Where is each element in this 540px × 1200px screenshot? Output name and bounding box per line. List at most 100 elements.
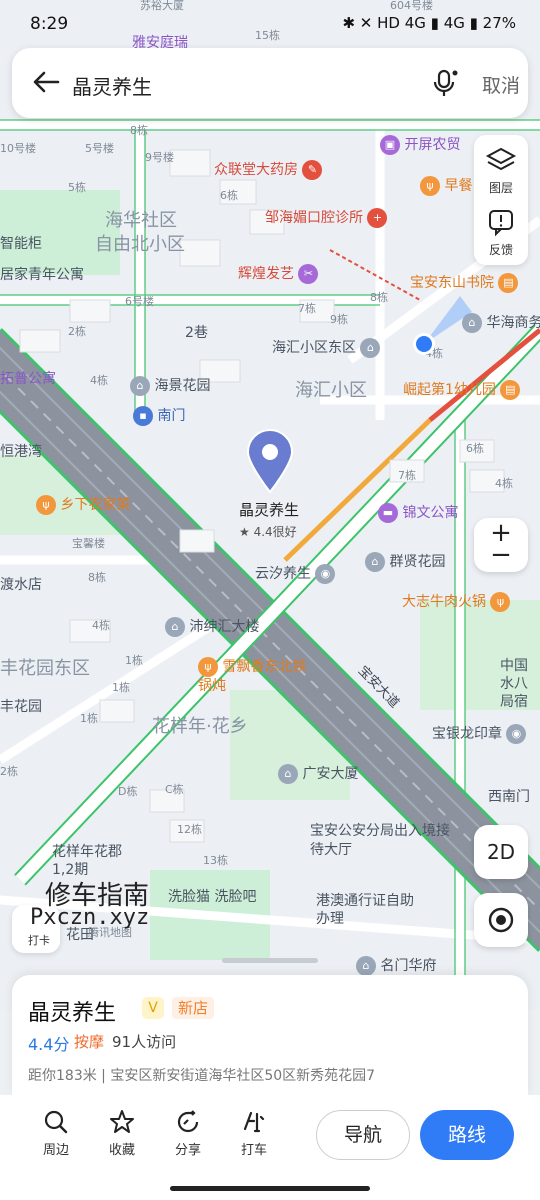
office-icon: ⌂: [165, 617, 185, 637]
residence-icon: ⌂: [356, 956, 376, 976]
feedback-button[interactable]: 反馈: [474, 207, 528, 261]
poi-hotpot[interactable]: 大志牛肉火锅 ψ: [402, 592, 511, 612]
poi-huayangnian[interactable]: 花样年花郡1,2期: [52, 843, 142, 879]
place-address: 距你183米 | 宝安区新安街道海华社区50区新秀苑花园7: [28, 1068, 376, 1084]
feedback-label: 反馈: [488, 243, 513, 257]
poi-peishen[interactable]: ⌂ 沛绅汇大楼: [165, 617, 259, 637]
place-marker[interactable]: [244, 428, 296, 494]
poi-market[interactable]: ▣ 开屏农贸: [380, 135, 460, 155]
poi-xuepiaoxiang[interactable]: ψ 雪飘香东北铁锅炖: [198, 657, 310, 695]
map-label: 9栋: [330, 313, 348, 326]
district-label: 海华社区: [105, 210, 177, 231]
drag-handle[interactable]: [222, 958, 318, 963]
gate-icon: ▪: [133, 406, 153, 426]
microphone-icon[interactable]: [430, 68, 460, 98]
map-label: 8栋: [130, 124, 148, 137]
poi-haijing[interactable]: ⌂ 海景花园: [130, 376, 210, 396]
favorite-button[interactable]: 收藏: [97, 1109, 147, 1158]
map-label: 4栋: [92, 619, 110, 632]
place-score: 4.4分: [28, 1035, 70, 1054]
map-label: 8栋: [370, 291, 388, 304]
poi-qunxian[interactable]: ⌂ 群贤花园: [365, 552, 445, 572]
poi-locker[interactable]: 智能柜: [0, 237, 42, 251]
share-icon: [177, 1110, 199, 1133]
scissors-icon: ✂: [298, 264, 319, 284]
status-bar: 8:29 ✱ ✕ HD 4G ▮ 4G ▮ 27%: [0, 0, 540, 48]
search-query[interactable]: 晶灵养生: [72, 71, 152, 100]
poi-tuopu[interactable]: 拓普公寓: [0, 372, 56, 386]
map-label: D栋: [118, 785, 138, 798]
poi-clinic[interactable]: 邹海媚口腔诊所 +: [265, 208, 388, 228]
spa-icon: ◉: [315, 564, 336, 584]
residence-icon: ⌂: [360, 338, 381, 358]
place-card[interactable]: 晶灵养生 V 新店 4.4分 按摩 91人访问 距你183米 | 宝安区新安街道…: [12, 975, 528, 1095]
poi-salon[interactable]: 辉煌发艺 ✂: [238, 264, 319, 284]
map-label: 6号楼: [125, 295, 154, 308]
cancel-button[interactable]: 取消: [482, 71, 520, 98]
poi-washface[interactable]: 洗脸猫 洗脸吧: [168, 890, 256, 904]
home-indicator[interactable]: [170, 1186, 370, 1191]
poi-restaurant-xiaxiang[interactable]: ψ 乡下农家菜: [36, 495, 130, 515]
map-pin-icon: [246, 429, 294, 494]
layers-button[interactable]: 图层: [474, 145, 528, 199]
poi-china-water[interactable]: 中国水八局宿: [500, 657, 540, 712]
poi-haihui-east[interactable]: 海汇小区东区 ⌂: [272, 338, 381, 358]
map-tools-panel: 图层 反馈: [474, 135, 528, 265]
poi-kindergarten[interactable]: 崛起第1幼儿园 ▤: [403, 380, 521, 400]
map-label: 4栋: [90, 374, 108, 387]
locate-button[interactable]: [474, 893, 528, 947]
marker-rating: ★ 4.4很好: [239, 525, 297, 539]
favorite-label: 收藏: [108, 1143, 135, 1158]
marker-name: 晶灵养生: [239, 501, 300, 519]
map-label: C栋: [165, 783, 184, 796]
layers-icon: [485, 147, 517, 171]
search-icon: [44, 1110, 68, 1134]
back-arrow-icon[interactable]: [30, 66, 62, 98]
district-label: 丰花园东区: [0, 658, 90, 679]
search-bar[interactable]: 晶灵养生 取消: [12, 48, 528, 118]
poi-breakfast[interactable]: ψ 早餐: [420, 176, 472, 196]
office-icon: ⌂: [278, 764, 298, 784]
taxi-icon: [243, 1111, 265, 1133]
map-label: 1栋: [125, 654, 143, 667]
poi-youth-apartment[interactable]: 居家青年公寓: [0, 268, 84, 282]
poi-permit[interactable]: 港澳通行证自助办理: [316, 892, 416, 928]
map-label: 1栋: [80, 712, 98, 725]
zoom-out-button[interactable]: −: [474, 542, 528, 568]
poi-south-gate[interactable]: ▪ 南门: [133, 406, 185, 426]
district-label: 自由北小区: [95, 234, 185, 255]
map-view[interactable]: 苏裕大厦 雅安庭瑞 15栋 604号楼 8栋 10号楼 5号楼 9号楼 5栋 6…: [0, 0, 540, 1010]
poi-pharmacy[interactable]: 众联堂大药房 ✎: [214, 160, 323, 180]
poi-jinwen[interactable]: ▬ 锦文公寓: [378, 503, 458, 523]
taxi-button[interactable]: 打车: [229, 1109, 279, 1158]
poi-guangan[interactable]: ⌂ 广安大厦: [278, 764, 358, 784]
poi-henggang[interactable]: 恒港湾: [0, 445, 42, 459]
poi-fenghuayuan[interactable]: 丰花园: [0, 700, 42, 714]
2d-mode-button[interactable]: 2D: [474, 825, 528, 879]
navigate-button[interactable]: 导航: [316, 1110, 410, 1160]
residence-icon: ⌂: [130, 376, 150, 396]
status-time: 8:29: [30, 14, 69, 34]
poi-dushui[interactable]: 渡水店: [0, 578, 42, 592]
locate-icon: [488, 907, 514, 933]
map-label: 2巷: [185, 325, 208, 341]
poi-southwest-gate[interactable]: 西南门: [488, 790, 530, 804]
nearby-button[interactable]: 周边: [31, 1109, 81, 1158]
map-label: 5栋: [68, 181, 86, 194]
food-icon: ψ: [420, 176, 440, 196]
school-icon: ▤: [500, 380, 521, 400]
map-label: 8栋: [88, 571, 106, 584]
poi-exit-entry[interactable]: 宝安公安分局出入境接待大厅: [310, 822, 460, 860]
place-category: 按摩: [74, 1033, 105, 1051]
map-label: 6栋: [466, 442, 484, 455]
poi-yinlong[interactable]: 宝银龙印章 ◉: [432, 724, 527, 744]
map-label: 10号楼: [0, 142, 36, 155]
status-indicators: ✱ ✕ HD 4G ▮ 4G ▮ 27%: [342, 14, 516, 32]
map-label: 宝馨楼: [72, 537, 105, 550]
share-button[interactable]: 分享: [163, 1109, 213, 1158]
route-button[interactable]: 路线: [420, 1110, 514, 1160]
map-label: 5号楼: [85, 142, 114, 155]
poi-mingmen[interactable]: ⌂ 名门华府: [356, 956, 436, 976]
food-icon: ψ: [490, 592, 511, 612]
poi-yunxi[interactable]: 云汐养生 ◉: [255, 564, 336, 584]
